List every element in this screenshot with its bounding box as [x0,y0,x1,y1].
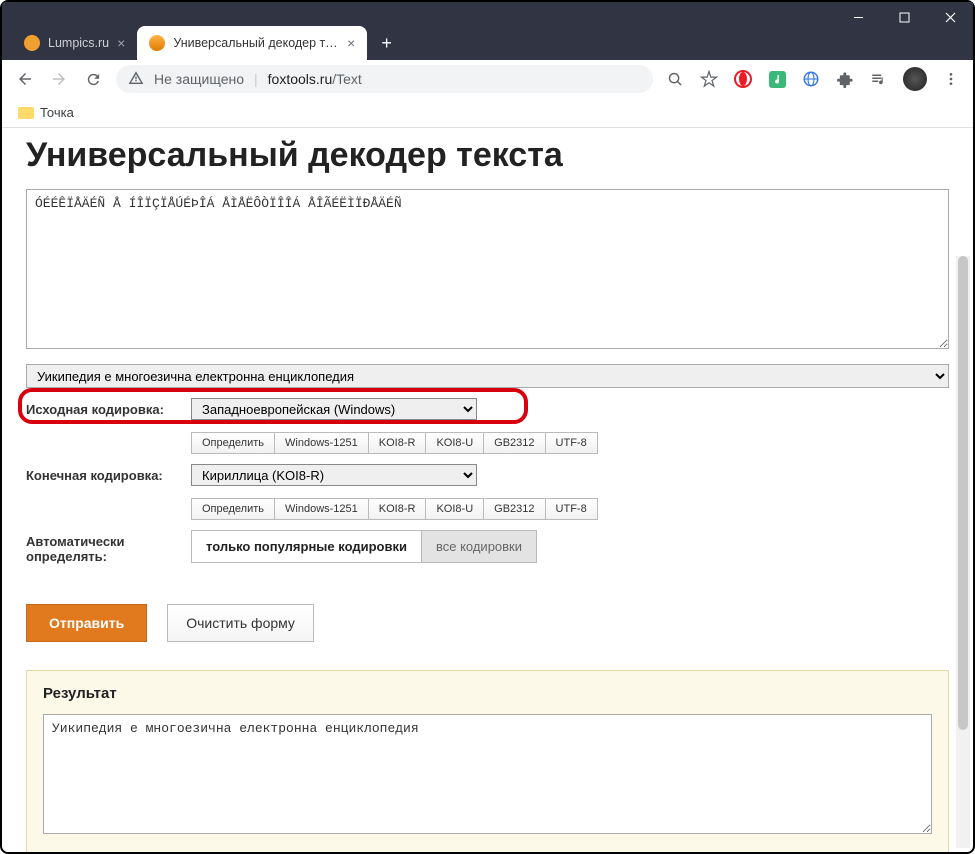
globe-extension-icon[interactable] [801,69,821,89]
window-controls [835,2,973,32]
page-title: Универсальный декодер текста [26,136,949,175]
clear-button[interactable]: Очистить форму [167,604,314,642]
scroll-thumb[interactable] [958,256,968,730]
bookmark-item[interactable]: Точка [40,105,74,120]
star-icon[interactable] [699,69,719,89]
minimize-button[interactable] [835,2,881,32]
auto-detect-toggle: только популярные кодировки все кодировк… [191,530,949,563]
address-bar: Не защищено | foxtools.ru/Text [2,60,973,98]
tab-title: Универсальный декодер текста [173,36,339,50]
close-tab-icon[interactable]: × [347,35,355,51]
url-path: /Text [332,71,362,87]
search-icon[interactable] [665,69,685,89]
profile-avatar[interactable] [903,67,927,91]
tab-strip: Lumpics.ru × Универсальный декодер текст… [12,26,406,60]
result-textarea[interactable] [43,714,932,834]
reload-button[interactable] [82,71,104,88]
extensions-icon[interactable] [835,69,855,89]
menu-icon[interactable] [941,69,961,89]
quick-koi8r-button[interactable]: KOI8-R [368,432,427,454]
result-title: Результат [43,685,932,702]
quick-win1251-button[interactable]: Windows-1251 [274,498,369,520]
url-field[interactable]: Не защищено | foxtools.ru/Text [116,65,653,93]
window-titlebar: Lumpics.ru × Универсальный декодер текст… [2,2,973,60]
popular-encodings-button[interactable]: только популярные кодировки [191,530,422,563]
tab-foxtools[interactable]: Универсальный декодер текста × [137,26,367,60]
playlist-icon[interactable] [869,69,889,89]
opera-icon[interactable] [733,69,753,89]
action-buttons: Отправить Очистить форму [26,604,949,642]
suggestion-select[interactable]: Уикипедия е многоезична електронна енцик… [26,364,949,388]
close-tab-icon[interactable]: × [117,35,125,51]
submit-button[interactable]: Отправить [26,604,147,642]
quick-win1251-button[interactable]: Windows-1251 [274,432,369,454]
security-warning-icon [128,70,144,89]
quick-detect-button[interactable]: Определить [191,432,275,454]
quick-gb2312-button[interactable]: GB2312 [483,432,545,454]
target-quick-buttons: Определить Windows-1251 KOI8-R KOI8-U GB… [191,498,949,520]
new-tab-button[interactable]: + [367,33,406,54]
url-domain: foxtools.ru [268,71,333,87]
maximize-button[interactable] [881,2,927,32]
source-encoding-label: Исходная кодировка: [26,398,191,417]
vertical-scrollbar[interactable] [956,256,970,848]
security-label: Не защищено [154,71,244,87]
tab-lumpics[interactable]: Lumpics.ru × [12,26,137,60]
close-window-button[interactable] [927,2,973,32]
all-encodings-button[interactable]: все кодировки [421,530,537,563]
quick-koi8u-button[interactable]: KOI8-U [425,498,484,520]
tab-title: Lumpics.ru [48,36,109,50]
target-encoding-select[interactable]: Кириллица (KOI8-R) [191,464,477,486]
forward-button[interactable] [48,70,70,88]
back-button[interactable] [14,70,36,88]
quick-utf8-button[interactable]: UTF-8 [545,432,598,454]
page-content: Универсальный декодер текста Уикипедия е… [2,128,973,852]
favicon-icon [149,35,165,51]
quick-utf8-button[interactable]: UTF-8 [545,498,598,520]
result-panel: Результат [26,670,949,852]
input-textarea[interactable] [26,189,949,349]
quick-detect-button[interactable]: Определить [191,498,275,520]
music-extension-icon[interactable] [767,69,787,89]
quick-koi8u-button[interactable]: KOI8-U [425,432,484,454]
source-quick-buttons: Определить Windows-1251 KOI8-R KOI8-U GB… [191,432,949,454]
quick-koi8r-button[interactable]: KOI8-R [368,498,427,520]
target-encoding-label: Конечная кодировка: [26,464,191,483]
favicon-icon [24,35,40,51]
folder-icon [18,107,34,119]
bookmarks-bar: Точка [2,98,973,128]
toolbar-icons [665,67,961,91]
quick-gb2312-button[interactable]: GB2312 [483,498,545,520]
auto-detect-label: Автоматически определять: [26,530,191,564]
source-encoding-select[interactable]: Западноевропейская (Windows) [191,398,477,420]
